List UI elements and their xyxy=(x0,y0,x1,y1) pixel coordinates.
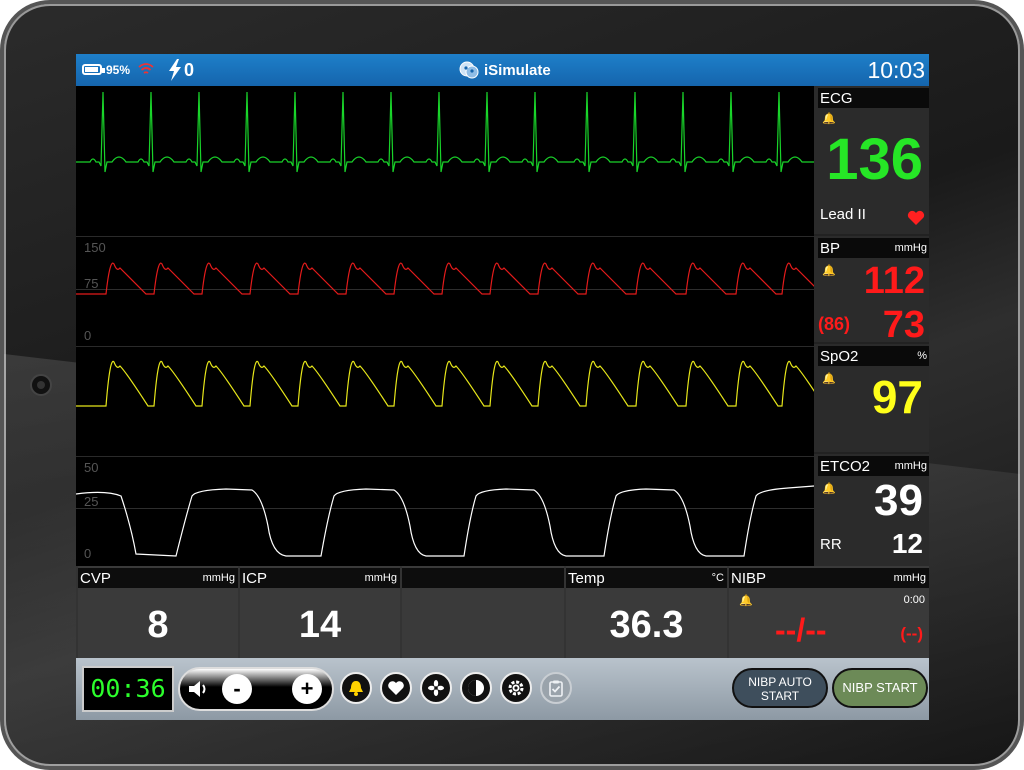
nibp-mean: (--) xyxy=(900,624,923,643)
icp-unit: mmHg xyxy=(364,572,397,584)
ecg-header: ECG xyxy=(818,88,929,108)
spo2-panel[interactable]: SpO2 % 🔔 97 xyxy=(814,344,929,452)
isimulate-logo-icon xyxy=(459,61,479,79)
spo2-value: 97 xyxy=(871,371,923,423)
nibp-time: 0:00 xyxy=(903,594,925,606)
ecg-panel[interactable]: ECG 🔔 136 Lead II xyxy=(814,86,929,234)
temp-header: Temp °C xyxy=(566,568,727,588)
bp-alarm-bell-icon: 🔔 xyxy=(822,265,836,277)
ecg-waveform xyxy=(76,91,814,173)
temp-unit: °C xyxy=(711,572,724,584)
spo2-unit: % xyxy=(917,350,927,362)
heart-rate-value: 136 xyxy=(826,127,923,192)
icp-panel[interactable]: ICP mmHg 14 xyxy=(240,566,400,658)
temp-panel[interactable]: Temp °C 36.3 xyxy=(566,566,727,658)
etco2-waveform xyxy=(76,485,814,557)
speaker-icon[interactable] xyxy=(186,677,210,701)
nibp-alarm-bell-icon: 🔔 xyxy=(739,595,753,607)
battery-percent: 95% xyxy=(106,63,131,77)
volume-up-button[interactable]: + xyxy=(292,674,322,704)
monitor-screen: 95% 0 iSimulate 10:03 150 75 0 50 25 0 E… xyxy=(76,54,929,720)
etco2-value: 39 xyxy=(874,476,923,525)
nibp-value: --/-- xyxy=(775,612,827,648)
icp-value: 14 xyxy=(298,604,342,646)
nibp-unit: mmHg xyxy=(893,572,926,584)
bp-panel[interactable]: BP mmHg 🔔 112 (86) 73 xyxy=(814,236,929,346)
ventilation-button[interactable] xyxy=(420,672,452,704)
nibp-label: NIBP xyxy=(731,570,767,587)
contrast-icon xyxy=(468,680,484,696)
settings-button[interactable] xyxy=(500,672,532,704)
spo2-waveform xyxy=(76,360,814,407)
cvp-label: CVP xyxy=(80,570,111,587)
ecg-alarm-bell-icon: 🔔 xyxy=(822,113,836,125)
etco2-unit: mmHg xyxy=(894,460,927,472)
spo2-label: SpO2 xyxy=(820,348,859,365)
wifi-icon xyxy=(138,63,154,74)
empty-slot-header xyxy=(402,568,564,588)
rr-value: 12 xyxy=(891,528,923,559)
status-bar: 95% 0 iSimulate 10:03 xyxy=(76,54,929,86)
bp-systolic-value: 112 xyxy=(863,260,925,302)
cvp-value: 8 xyxy=(147,604,169,646)
bp-unit: mmHg xyxy=(894,242,927,254)
vitals-sidebar: ECG 🔔 136 Lead II BP mmHg 🔔 112 (86) 73 … xyxy=(814,86,929,566)
cvp-panel[interactable]: CVP mmHg 8 xyxy=(78,566,238,658)
nibp-panel[interactable]: NIBP mmHg 🔔 0:00 --/-- (--) xyxy=(729,566,929,658)
bp-waveform xyxy=(76,262,814,295)
bp-diastolic-value: 73 xyxy=(882,304,925,346)
battery-fill xyxy=(85,67,99,72)
etco2-alarm-bell-icon: 🔔 xyxy=(822,483,836,495)
spo2-header: SpO2 % xyxy=(818,346,929,366)
nibp-header: NIBP mmHg xyxy=(729,568,929,588)
bell-icon xyxy=(349,681,363,696)
bp-header: BP mmHg xyxy=(818,238,929,258)
icp-label: ICP xyxy=(242,570,268,587)
heart-sound-button[interactable] xyxy=(380,672,412,704)
heart-icon xyxy=(907,210,925,225)
clock: 10:03 xyxy=(867,57,925,83)
volume-control: - + xyxy=(178,667,334,711)
nibp-auto-start-button[interactable]: NIBP AUTO START xyxy=(732,668,828,708)
temp-value: 36.3 xyxy=(609,604,684,646)
checklist-button[interactable] xyxy=(540,672,572,704)
shock-count: 0 xyxy=(184,60,195,80)
cvp-unit: mmHg xyxy=(202,572,235,584)
ecg-label: ECG xyxy=(820,90,853,107)
gear-icon xyxy=(508,680,524,696)
etco2-label: ETCO2 xyxy=(820,458,871,475)
contrast-button[interactable] xyxy=(460,672,492,704)
camera-lens xyxy=(30,374,52,396)
etco2-header: ETCO2 mmHg xyxy=(818,456,929,476)
nibp-start-button[interactable]: NIBP START xyxy=(832,668,928,708)
cvp-header: CVP mmHg xyxy=(78,568,238,588)
bp-mean-value: (86) xyxy=(818,314,851,334)
fan-icon xyxy=(428,680,444,696)
temp-label: Temp xyxy=(568,570,605,587)
ecg-lead-label: Lead II xyxy=(820,206,866,223)
icp-header: ICP mmHg xyxy=(240,568,400,588)
alarm-button[interactable] xyxy=(340,672,372,704)
defib-bolt-icon xyxy=(169,59,181,81)
scenario-timer[interactable]: 00:36 xyxy=(82,666,174,712)
etco2-panel[interactable]: ETCO2 mmHg 🔔 39 RR 12 xyxy=(814,454,929,566)
empty-parameter-slot[interactable] xyxy=(402,566,564,658)
spo2-alarm-bell-icon: 🔔 xyxy=(822,373,836,385)
control-toolbar: 00:36 - + NIBP AUTO START NIBP START xyxy=(76,658,929,720)
clipboard-check-icon xyxy=(549,680,563,697)
waveform-area: 150 75 0 50 25 0 xyxy=(76,86,814,566)
bottom-parameters: CVP mmHg 8 ICP mmHg 14 Temp °C 36.3 NIBP xyxy=(76,566,929,658)
heart-outline-icon xyxy=(388,681,404,695)
volume-down-button[interactable]: - xyxy=(222,674,252,704)
battery-icon xyxy=(82,64,105,75)
app-title: iSimulate xyxy=(484,62,551,79)
rr-label: RR xyxy=(820,536,842,553)
bp-label: BP xyxy=(820,240,841,257)
